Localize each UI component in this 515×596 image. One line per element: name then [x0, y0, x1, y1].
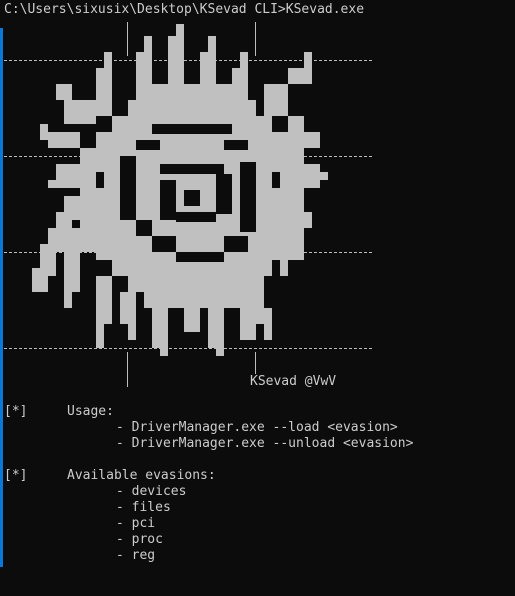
usage-line: - DriverManager.exe --unload <evasion>	[4, 436, 413, 452]
command-text: KSevad.exe	[285, 2, 365, 17]
ascii-banner	[0, 22, 380, 394]
evasions-marker: [*]	[4, 468, 28, 483]
usage-line-text: - DriverManager.exe --unload <evasion>	[116, 436, 414, 451]
evasions-section: [*] Available evasions: - devices - file…	[4, 468, 216, 564]
sun-spiral-logo	[32, 24, 328, 356]
evasion-item-text: - devices	[116, 484, 187, 499]
banner-signature: KSevad @VwV	[250, 374, 337, 389]
usage-line-text: - DriverManager.exe --load <evasion>	[116, 420, 398, 435]
evasion-item-text: - reg	[116, 548, 156, 563]
evasion-item-text: - proc	[116, 532, 163, 547]
command-line: C:\Users\sixusix\Desktop\KSevad CLI>KSev…	[4, 2, 364, 18]
usage-heading-row: [*] Usage:	[4, 404, 114, 420]
usage-section: [*] Usage: - DriverManager.exe --load <e…	[4, 404, 413, 452]
evasion-item-text: - files	[116, 500, 171, 515]
prompt-text: C:\Users\sixusix\Desktop\KSevad CLI>	[4, 2, 286, 17]
usage-marker: [*]	[4, 404, 28, 419]
usage-heading: Usage:	[67, 404, 114, 419]
evasion-item-text: - pci	[116, 516, 156, 531]
usage-line: - DriverManager.exe --load <evasion>	[4, 420, 398, 436]
evasion-item: - devices	[4, 484, 186, 500]
evasions-heading-row: [*] Available evasions:	[4, 468, 216, 484]
evasion-item: - files	[4, 500, 171, 516]
evasions-heading: Available evasions:	[67, 468, 216, 483]
evasion-item: - pci	[4, 516, 155, 532]
evasion-item: - proc	[4, 532, 163, 548]
evasion-item: - reg	[4, 548, 155, 564]
